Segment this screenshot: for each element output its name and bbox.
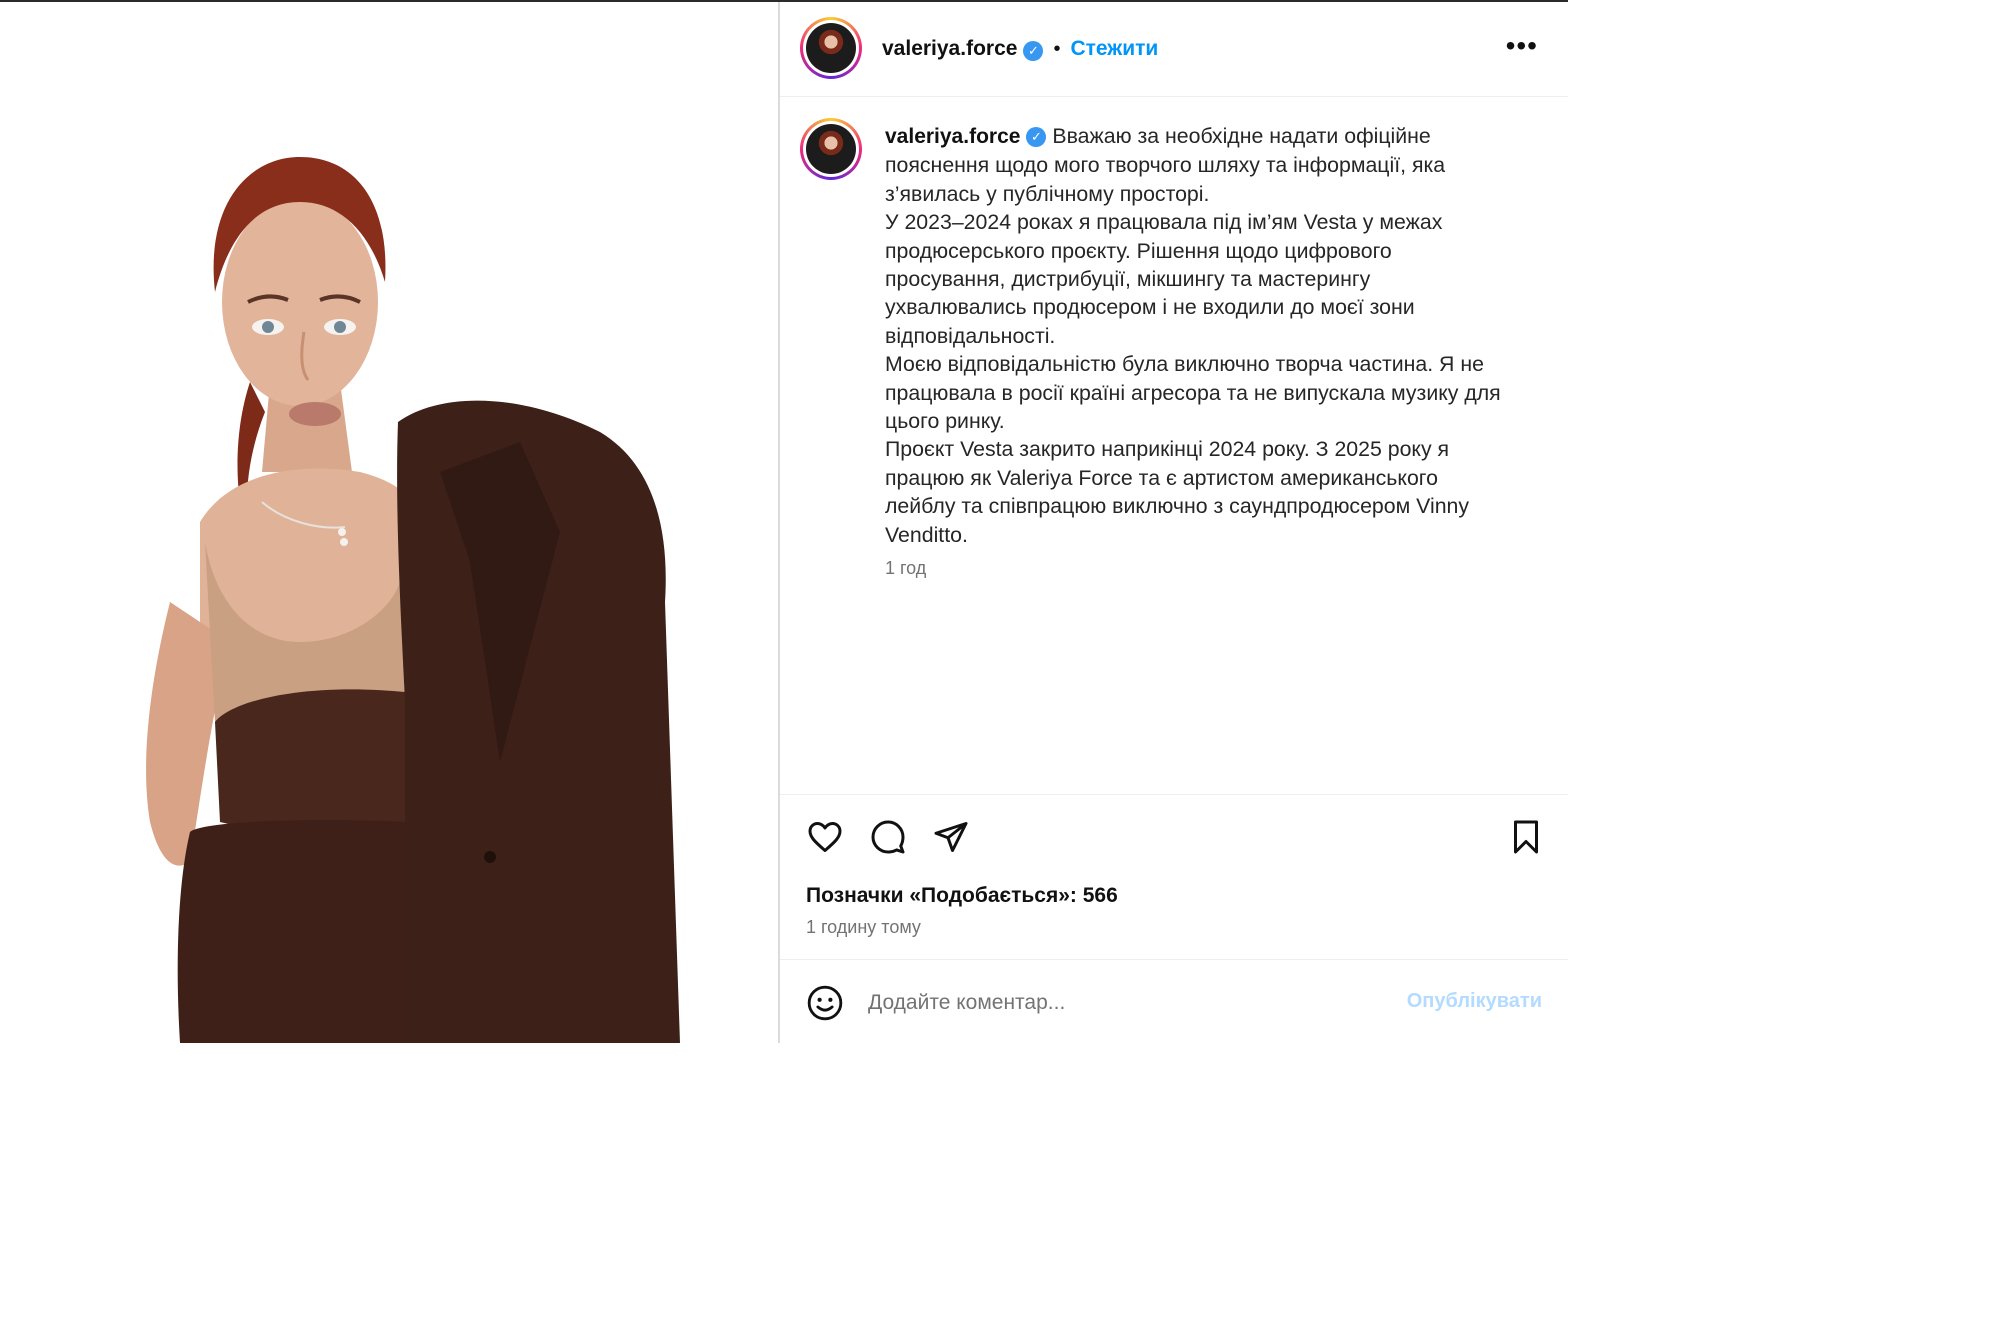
- comment-input[interactable]: [866, 986, 1370, 1020]
- heart-icon[interactable]: [806, 819, 844, 860]
- caption-paragraph-3: Моєю відповідальністю була виключно твор…: [885, 352, 1501, 434]
- smiley-icon[interactable]: [806, 984, 844, 1027]
- header-user-block: valeriya.force ✓ • Стежити: [882, 35, 1158, 65]
- avatar[interactable]: [800, 17, 862, 79]
- caption-paragraph-2: У 2023–2024 роках я працювала під ім’ям …: [885, 210, 1443, 348]
- header-separator: •: [1053, 38, 1061, 60]
- ellipsis-icon[interactable]: •••: [1506, 32, 1538, 60]
- verified-badge-icon: ✓: [1023, 40, 1044, 61]
- instagram-post-view: valeriya.force ✓ • Стежити ••• valeriya.for…: [0, 0, 1568, 1043]
- verified-badge-icon: ✓: [1026, 127, 1047, 148]
- action-bar: Позначки «Подобається»: 566 1 годину том…: [780, 794, 1568, 960]
- comment-bubble-icon[interactable]: [869, 819, 907, 860]
- caption-text: valeriya.force ✓ Вважаю за необхідне нада…: [885, 122, 1513, 549]
- post-photo: [0, 2, 778, 1043]
- paper-plane-icon[interactable]: [932, 819, 970, 860]
- comment-composer: Опублікувати: [780, 959, 1568, 1044]
- publish-button[interactable]: Опублікувати: [1407, 990, 1542, 1013]
- post-age[interactable]: 1 годину тому: [806, 917, 921, 938]
- caption-timestamp[interactable]: 1 год: [885, 558, 926, 579]
- post-sidebar: valeriya.force ✓ • Стежити ••• valeriya.for…: [780, 2, 1568, 1043]
- avatar-image: [806, 23, 856, 73]
- caption-avatar[interactable]: [800, 118, 862, 180]
- follow-button[interactable]: Стежити: [1070, 37, 1158, 60]
- header-username[interactable]: valeriya.force: [882, 37, 1017, 60]
- caption-paragraph-4: Проєкт Vesta закрито наприкінці 2024 рок…: [885, 437, 1470, 547]
- avatar-image: [806, 124, 856, 174]
- caption-paragraph: valeriya.force ✓ Вважаю за необхідне нада…: [885, 122, 1513, 208]
- post-header: valeriya.force ✓ • Стежити •••: [780, 2, 1568, 97]
- caption-username[interactable]: valeriya.force: [885, 125, 1020, 148]
- bookmark-icon[interactable]: [1510, 819, 1542, 860]
- likes-count[interactable]: Позначки «Подобається»: 566: [806, 884, 1118, 908]
- portrait-illustration: [146, 157, 680, 1043]
